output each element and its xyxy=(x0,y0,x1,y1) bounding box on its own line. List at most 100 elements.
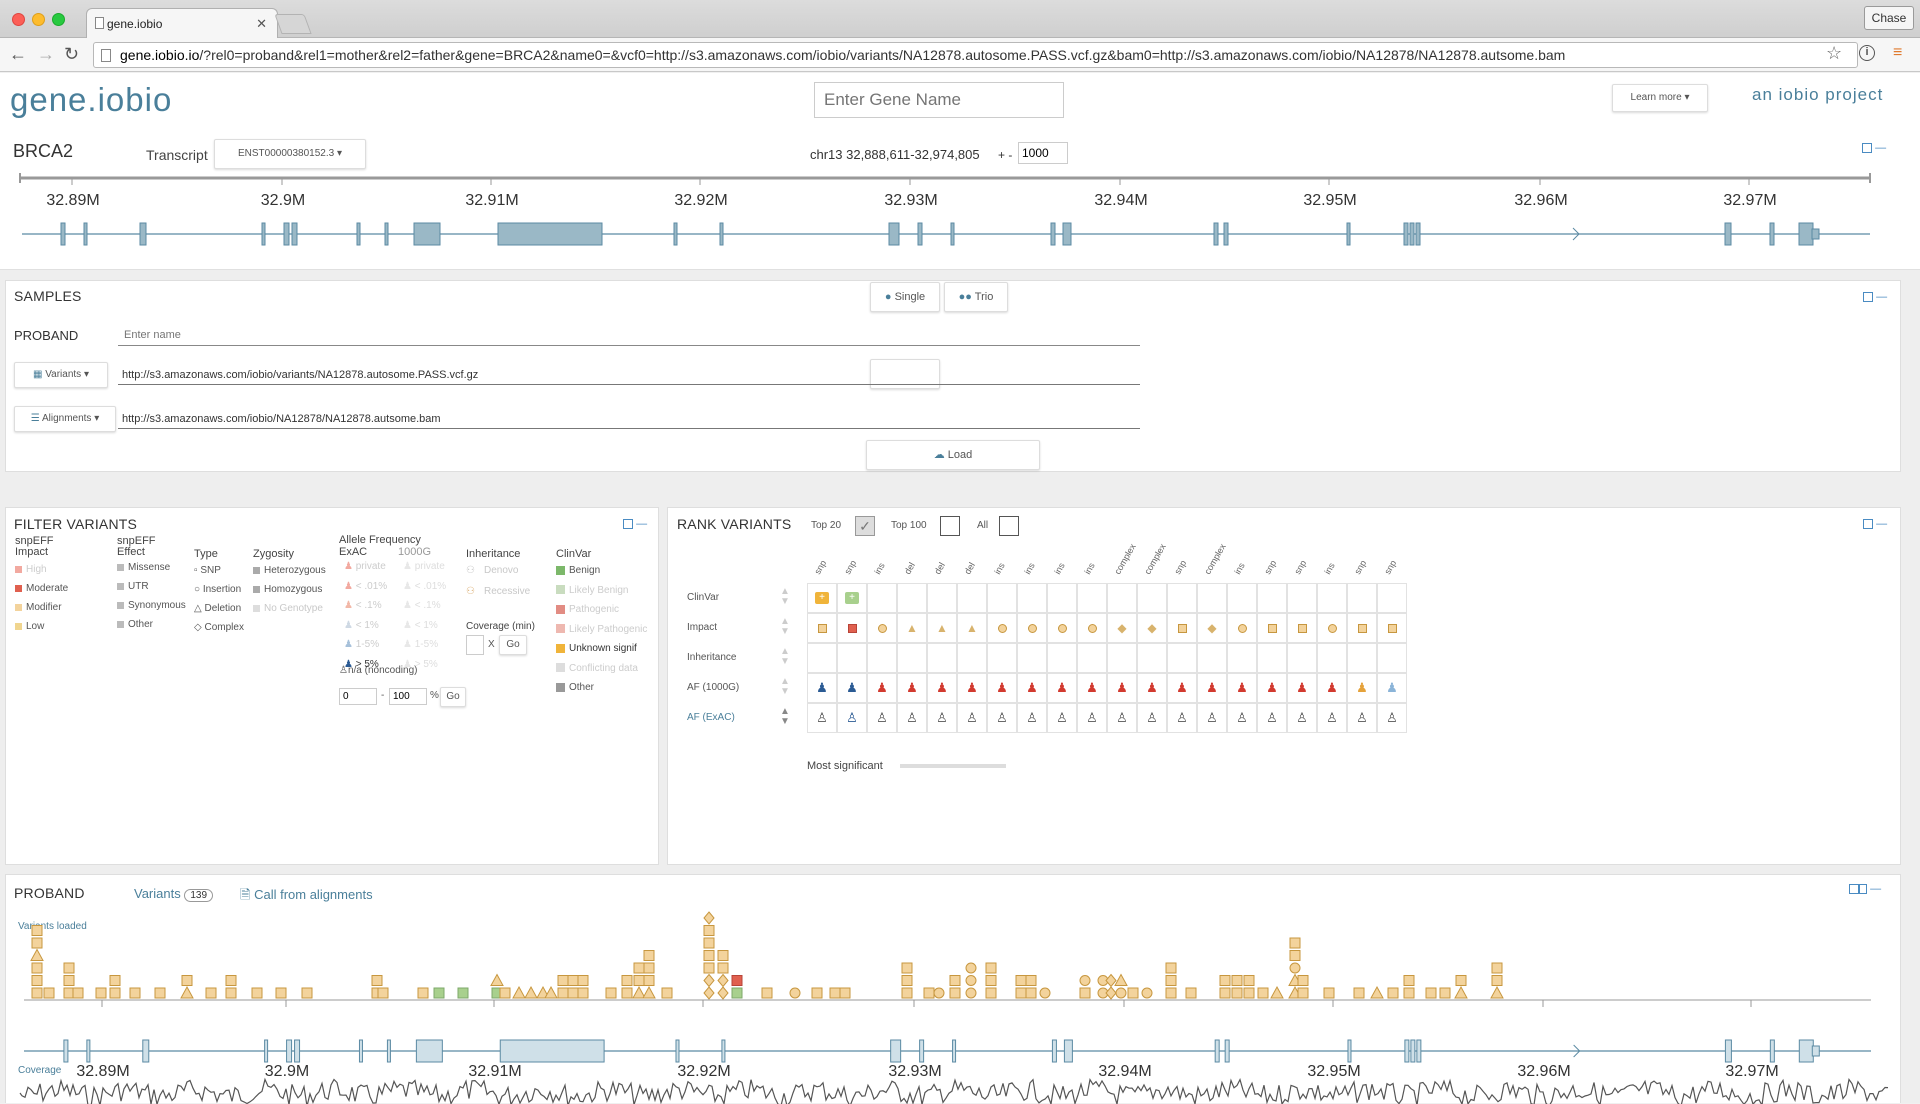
rank-cell[interactable]: ▲ xyxy=(957,613,987,643)
inh-recessive[interactable]: ⚇ Recessive xyxy=(466,586,530,597)
inh-denovo[interactable]: ⚇ Denovo xyxy=(466,565,518,576)
minimize-icon[interactable]: — xyxy=(1875,142,1886,154)
af-exac-list-item[interactable]: ♟ private xyxy=(344,561,386,572)
af-range-to[interactable] xyxy=(389,688,427,705)
rank-cell[interactable] xyxy=(1047,643,1077,673)
rank-cell[interactable] xyxy=(1377,613,1407,643)
zyg-homozygous[interactable]: Homozygous xyxy=(253,584,322,595)
rank-cell[interactable] xyxy=(1347,643,1377,673)
rank-cell[interactable]: + xyxy=(837,583,867,613)
gene-name-input[interactable] xyxy=(814,82,1064,118)
star-icon[interactable]: ☆ xyxy=(1826,43,1842,64)
af-exac-list-item[interactable]: ♟ 1-5% xyxy=(344,639,379,650)
rank-cell[interactable]: ♟ xyxy=(987,673,1017,703)
app-logo[interactable]: gene.iobio xyxy=(10,81,172,119)
rank-cell[interactable] xyxy=(1257,643,1287,673)
rank-cell[interactable] xyxy=(1227,643,1257,673)
rank-cell[interactable]: ♟ xyxy=(1107,673,1137,703)
rank-cell[interactable] xyxy=(1257,583,1287,613)
af-exac-list-item[interactable]: ♟ > 5% xyxy=(344,659,379,670)
rank-cell[interactable] xyxy=(1377,583,1407,613)
address-bar[interactable]: gene.iobio.io/?rel0=proband&rel1=mother&… xyxy=(93,42,1858,68)
rank-cell[interactable]: ♙ xyxy=(1257,703,1287,733)
coverage-min-input[interactable] xyxy=(466,635,484,655)
trio-button[interactable]: ●● Trio xyxy=(944,282,1008,312)
af-exac-list-item[interactable]: ♟ < 1% xyxy=(344,620,379,631)
sort-arrows-icon[interactable]: ▲ ▼ xyxy=(780,587,790,607)
rank-cell[interactable] xyxy=(897,643,927,673)
sort-arrows-icon[interactable]: ▲ ▼ xyxy=(780,707,790,727)
rank-cell[interactable]: ♙ xyxy=(1317,703,1347,733)
rank-cell[interactable] xyxy=(837,643,867,673)
rank-cell[interactable]: ♙ xyxy=(1167,703,1197,733)
rank-cell[interactable]: ♙ xyxy=(897,703,927,733)
rank-cell[interactable] xyxy=(987,613,1017,643)
rank-cell[interactable]: ♟ xyxy=(1317,673,1347,703)
type-deletion[interactable]: △ Deletion xyxy=(194,603,241,614)
clinvar-item[interactable]: Pathogenic xyxy=(556,604,619,615)
maximize-icon[interactable] xyxy=(623,519,633,530)
project-tagline[interactable]: an iobio project xyxy=(1752,85,1883,105)
rank-cell[interactable]: + xyxy=(807,583,837,613)
maximize-icon[interactable] xyxy=(1863,292,1873,303)
close-tab-icon[interactable]: ✕ xyxy=(256,16,267,32)
rank-cell[interactable]: ♟ xyxy=(957,673,987,703)
rank-cell[interactable]: ♙ xyxy=(1197,703,1227,733)
maximize-window-icon[interactable] xyxy=(52,13,65,26)
rank-cell[interactable]: ♙ xyxy=(807,703,837,733)
rank-cell[interactable] xyxy=(927,583,957,613)
single-button[interactable]: ● Single xyxy=(870,282,940,312)
rank-cell[interactable] xyxy=(957,643,987,673)
clinvar-item[interactable]: Other xyxy=(556,682,594,693)
impact-high[interactable]: High xyxy=(15,564,47,575)
rank-cell[interactable] xyxy=(1317,583,1347,613)
clinvar-item[interactable]: Likely Benign xyxy=(556,585,628,596)
rank-cell[interactable]: ♙ xyxy=(1047,703,1077,733)
variants-source-dropdown[interactable]: ▦ Variants ▾ xyxy=(14,362,108,388)
clinvar-item[interactable]: Conflicting data xyxy=(556,663,638,674)
reload-icon[interactable]: ↻ xyxy=(64,44,79,65)
rank-cell[interactable] xyxy=(1107,583,1137,613)
rank-cell[interactable]: ♙ xyxy=(867,703,897,733)
rank-cell[interactable] xyxy=(957,583,987,613)
rank-cell[interactable] xyxy=(1077,613,1107,643)
sort-arrows-icon[interactable]: ▲ ▼ xyxy=(780,647,790,667)
rank-cell[interactable]: ♙ xyxy=(1137,703,1167,733)
rank-cell[interactable]: ♙ xyxy=(987,703,1017,733)
rank-cell[interactable] xyxy=(1347,583,1377,613)
rank-cell[interactable] xyxy=(1317,613,1347,643)
rank-cell[interactable] xyxy=(867,583,897,613)
variants-url-field[interactable]: http://s3.amazonaws.com/iobio/variants/N… xyxy=(118,365,1140,385)
rank-cell[interactable] xyxy=(1197,583,1227,613)
panel-controls[interactable]: — xyxy=(623,518,653,530)
af-1000g-list-item[interactable]: ♟ < 1% xyxy=(403,620,438,631)
rank-cell[interactable]: ♙ xyxy=(837,703,867,733)
rank-cell[interactable]: ♙ xyxy=(1077,703,1107,733)
forward-icon[interactable]: → xyxy=(37,44,55,65)
af-range-from[interactable] xyxy=(339,688,377,705)
rank-cell[interactable] xyxy=(807,643,837,673)
rank-cell[interactable] xyxy=(927,643,957,673)
af-go-button[interactable]: Go xyxy=(440,687,466,707)
impact-moderate[interactable]: Moderate xyxy=(15,583,68,594)
rank-cell[interactable] xyxy=(867,643,897,673)
menu-icon[interactable]: ≡ xyxy=(1893,44,1902,62)
rank-cell[interactable] xyxy=(1287,583,1317,613)
rank-cell[interactable] xyxy=(1017,613,1047,643)
type-insertion[interactable]: ○ Insertion xyxy=(194,584,241,595)
af-1000g-list-item[interactable]: ♟ > 5% xyxy=(403,659,438,670)
rank-cell[interactable]: ♟ xyxy=(837,673,867,703)
sort-arrows-icon[interactable]: ▲ ▼ xyxy=(780,617,790,637)
impact-low[interactable]: Low xyxy=(15,621,44,632)
minimize-icon[interactable]: — xyxy=(1876,291,1887,303)
rank-cell[interactable]: ▲ xyxy=(897,613,927,643)
rank-cell[interactable] xyxy=(1257,613,1287,643)
transcript-dropdown[interactable]: ENST00000380152.3 ▾ xyxy=(214,139,366,169)
maximize-icon[interactable] xyxy=(1862,143,1872,154)
coverage-go-button[interactable]: Go xyxy=(499,635,527,655)
minimize-icon[interactable]: — xyxy=(636,518,647,530)
rank-cell[interactable] xyxy=(897,583,927,613)
af-1000g-list-item[interactable]: ♟ < .1% xyxy=(403,600,441,611)
rank-cell[interactable]: ♟ xyxy=(1137,673,1167,703)
rank-cell[interactable]: ♟ xyxy=(927,673,957,703)
